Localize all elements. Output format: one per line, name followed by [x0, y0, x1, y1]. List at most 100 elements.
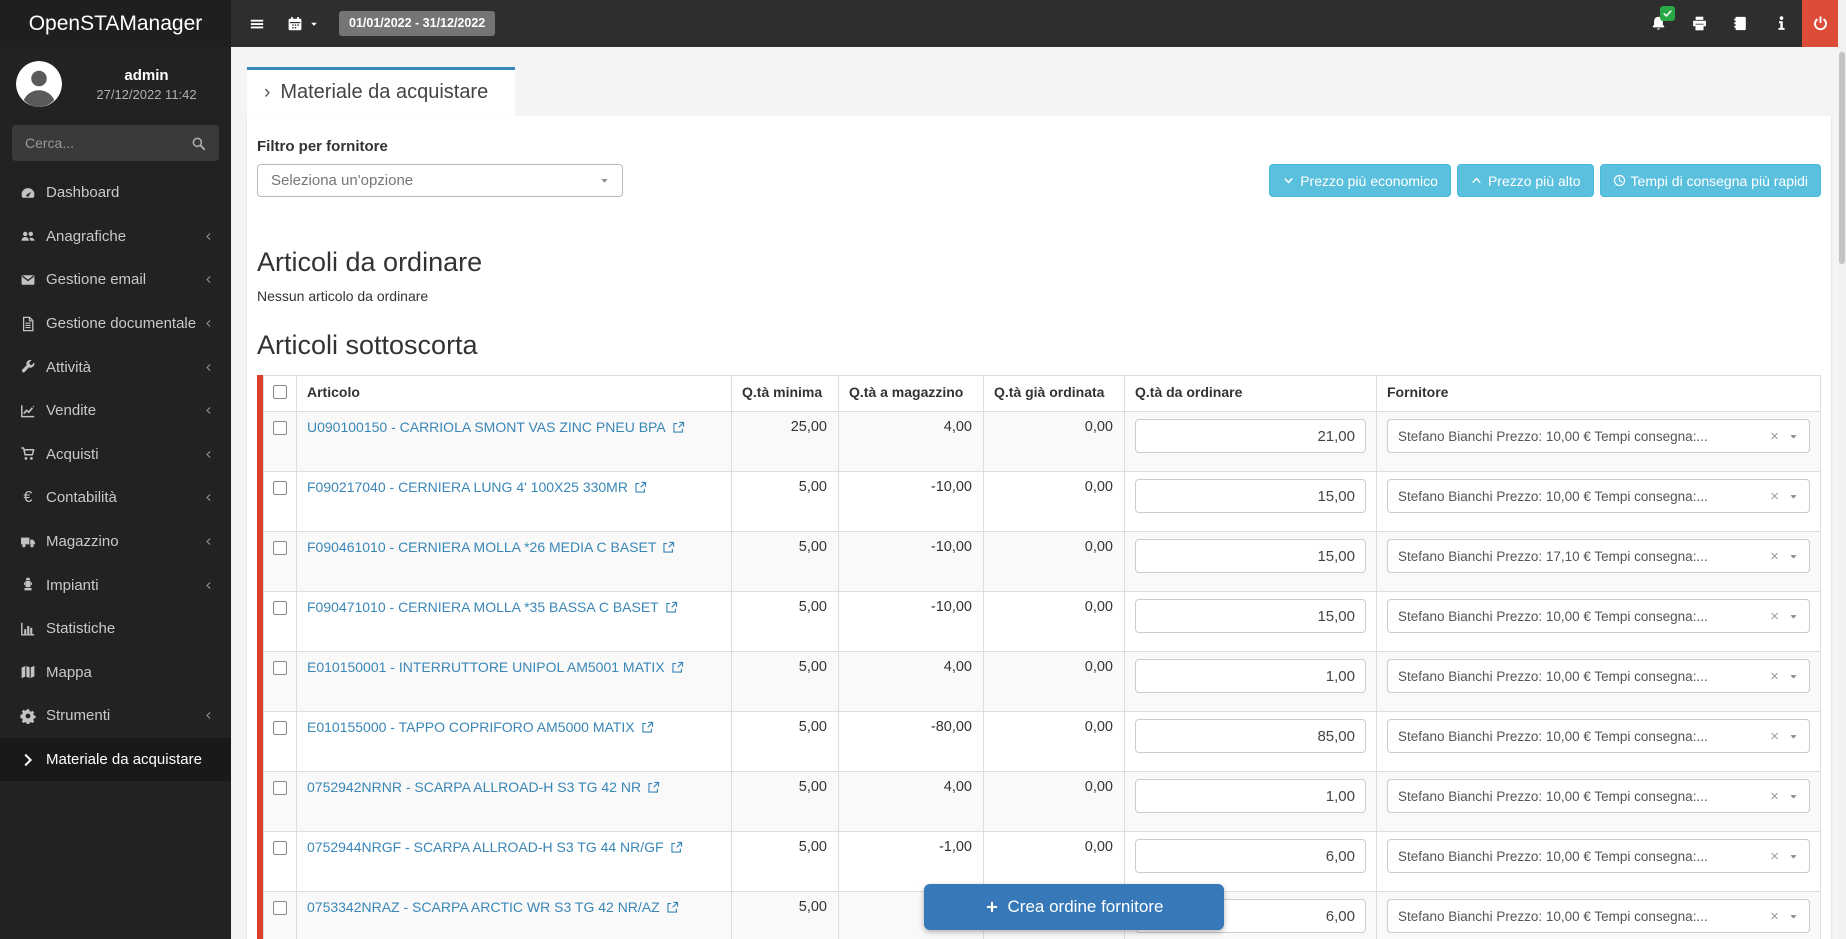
user-avatar [16, 61, 62, 107]
date-range-picker[interactable] [281, 16, 325, 32]
sidebar-item-vendite[interactable]: Vendite [0, 389, 231, 433]
clear-selection-icon[interactable]: × [1770, 728, 1779, 745]
crea-ordine-fornitore-button[interactable]: Crea ordine fornitore [924, 884, 1224, 930]
caret-down-icon [1788, 611, 1799, 622]
row-checkbox[interactable] [273, 421, 287, 435]
row-checkbox[interactable] [273, 721, 287, 735]
sidebar-item-anagrafiche[interactable]: Anagrafiche [0, 215, 231, 259]
external-link-icon [647, 781, 660, 794]
select-all-checkbox[interactable] [273, 385, 287, 399]
sort-button-prezzo-pi-alto[interactable]: Prezzo più alto [1457, 164, 1594, 197]
vertical-scrollbar[interactable] [1838, 0, 1846, 939]
sidebar-item-statistiche[interactable]: Statistiche [0, 607, 231, 651]
row-checkbox-cell [264, 892, 297, 939]
caret-down-icon [599, 175, 610, 186]
clear-selection-icon[interactable]: × [1770, 668, 1779, 685]
caret-down-icon [309, 19, 319, 29]
sort-button-prezzo-pi-economico[interactable]: Prezzo più economico [1269, 164, 1451, 197]
row-checkbox[interactable] [273, 901, 287, 915]
scrollbar-thumb[interactable] [1839, 52, 1845, 264]
fornitore-select[interactable]: Stefano Bianchi Prezzo: 10,00 € Tempi co… [1387, 719, 1810, 753]
logout-button[interactable] [1802, 0, 1838, 47]
search-input[interactable] [25, 135, 191, 151]
qta-da-ordinare-input[interactable] [1135, 719, 1366, 753]
clear-selection-icon[interactable]: × [1770, 848, 1779, 865]
fornitore-select[interactable]: Stefano Bianchi Prezzo: 10,00 € Tempi co… [1387, 599, 1810, 633]
sidebar-item-gestione-email[interactable]: Gestione email [0, 258, 231, 302]
sidebar-item-magazzino[interactable]: Magazzino [0, 520, 231, 564]
search-icon[interactable] [191, 136, 206, 151]
qta-da-ordinare-input[interactable] [1135, 839, 1366, 873]
sidebar-item-strumenti[interactable]: Strumenti [0, 694, 231, 738]
clear-selection-icon[interactable]: × [1770, 548, 1779, 565]
sidebar-item-gestione-documentale[interactable]: Gestione documentale [0, 302, 231, 346]
clear-selection-icon[interactable]: × [1770, 428, 1779, 445]
article-link[interactable]: F090471010 - CERNIERA MOLLA *35 BASSA C … [307, 599, 678, 615]
fornitore-select[interactable]: Stefano Bianchi Prezzo: 10,00 € Tempi co… [1387, 779, 1810, 813]
fornitore-select[interactable]: Stefano Bianchi Prezzo: 10,00 € Tempi co… [1387, 839, 1810, 873]
fornitore-select[interactable]: Stefano Bianchi Prezzo: 10,00 € Tempi co… [1387, 419, 1810, 453]
chevron-left-icon [202, 317, 215, 330]
external-link-icon [670, 841, 683, 854]
sidebar-item-acquisti[interactable]: Acquisti [0, 433, 231, 477]
article-link[interactable]: E010150001 - INTERRUTTORE UNIPOL AM5001 … [307, 659, 684, 675]
app-logo[interactable]: OpenSTAManager [0, 0, 231, 47]
row-checkbox[interactable] [273, 781, 287, 795]
fornitore-select[interactable]: Stefano Bianchi Prezzo: 10,00 € Tempi co… [1387, 479, 1810, 513]
top-navbar: OpenSTAManager 01/01/2022 - 31/12/2022 [0, 0, 1838, 47]
clear-selection-icon[interactable]: × [1770, 788, 1779, 805]
date-range-badge[interactable]: 01/01/2022 - 31/12/2022 [339, 11, 495, 36]
sidebar-item-impianti[interactable]: Impianti [0, 563, 231, 607]
sort-button-tempi-di-consegna-pi-rapidi[interactable]: Tempi di consegna più rapidi [1600, 164, 1821, 197]
qta-da-ordinare-input[interactable] [1135, 479, 1366, 513]
article-link[interactable]: 0752942NRNR - SCARPA ALLROAD-H S3 TG 42 … [307, 779, 660, 795]
row-checkbox[interactable] [273, 481, 287, 495]
sidebar-item-contabilit[interactable]: € Contabilità [0, 476, 231, 520]
fornitore-select[interactable]: Stefano Bianchi Prezzo: 10,00 € Tempi co… [1387, 899, 1810, 933]
article-link[interactable]: E010155000 - TAPPO COPRIFORO AM5000 MATI… [307, 719, 654, 735]
fornitore-select[interactable]: Stefano Bianchi Prezzo: 17,10 € Tempi co… [1387, 539, 1810, 573]
article-link[interactable]: F090461010 - CERNIERA MOLLA *26 MEDIA C … [307, 539, 675, 555]
sidebar-item-materiale-da-acquistare[interactable]: Materiale da acquistare [0, 738, 231, 782]
clear-selection-icon[interactable]: × [1770, 608, 1779, 625]
external-link-icon [671, 661, 684, 674]
qta-da-ordinare-input[interactable] [1135, 659, 1366, 693]
row-checkbox[interactable] [273, 841, 287, 855]
sidebar-item-dashboard[interactable]: Dashboard [0, 171, 231, 215]
row-checkbox-cell [264, 832, 297, 892]
article-link[interactable]: U090100150 - CARRIOLA SMONT VAS ZINC PNE… [307, 419, 685, 435]
tab-materiale-da-acquistare[interactable]: › Materiale da acquistare [247, 67, 515, 116]
external-link-icon [666, 901, 679, 914]
article-link[interactable]: 0752944NRGF - SCARPA ALLROAD-H S3 TG 44 … [307, 839, 683, 855]
sidebar-item-attivit[interactable]: Attività [0, 345, 231, 389]
envelope-icon [18, 272, 38, 288]
hamburger-menu-icon[interactable] [231, 0, 281, 47]
article-link[interactable]: 0753342NRAZ - SCARPA ARCTIC WR S3 TG 42 … [307, 899, 679, 915]
print-button[interactable] [1679, 0, 1720, 47]
notifications-button[interactable] [1638, 0, 1679, 47]
sidebar-item-mappa[interactable]: Mappa [0, 651, 231, 695]
qta-da-ordinare-input[interactable] [1135, 419, 1366, 453]
chevron-right-icon [18, 752, 38, 768]
row-checkbox[interactable] [273, 661, 287, 675]
column-header-q-t-a-magazzino: Q.tà a magazzino [839, 376, 984, 412]
clear-selection-icon[interactable]: × [1770, 908, 1779, 925]
fornitore-filter-select[interactable]: Seleziona un'opzione [257, 164, 623, 197]
row-checkbox[interactable] [273, 601, 287, 615]
qta-da-ordinare-input[interactable] [1135, 539, 1366, 573]
external-link-icon [641, 721, 654, 734]
clear-selection-icon[interactable]: × [1770, 488, 1779, 505]
qta-da-ordinare-input[interactable] [1135, 599, 1366, 633]
qta-da-ordinare-input[interactable] [1135, 779, 1366, 813]
articolo-cell: E010155000 - TAPPO COPRIFORO AM5000 MATI… [297, 712, 732, 772]
docs-button[interactable] [1720, 0, 1761, 47]
article-link[interactable]: F090217040 - CERNIERA LUNG 4' 100X25 330… [307, 479, 647, 495]
empty-note: Nessun articolo da ordinare [257, 288, 1821, 304]
chevron-left-icon [202, 448, 215, 461]
fornitore-select[interactable]: Stefano Bianchi Prezzo: 10,00 € Tempi co… [1387, 659, 1810, 693]
qta-minima-value: 5,00 [732, 472, 839, 532]
qta-da-ordinare-cell [1125, 592, 1377, 652]
row-checkbox[interactable] [273, 541, 287, 555]
info-button[interactable] [1761, 0, 1802, 47]
status-badge [1660, 6, 1675, 21]
